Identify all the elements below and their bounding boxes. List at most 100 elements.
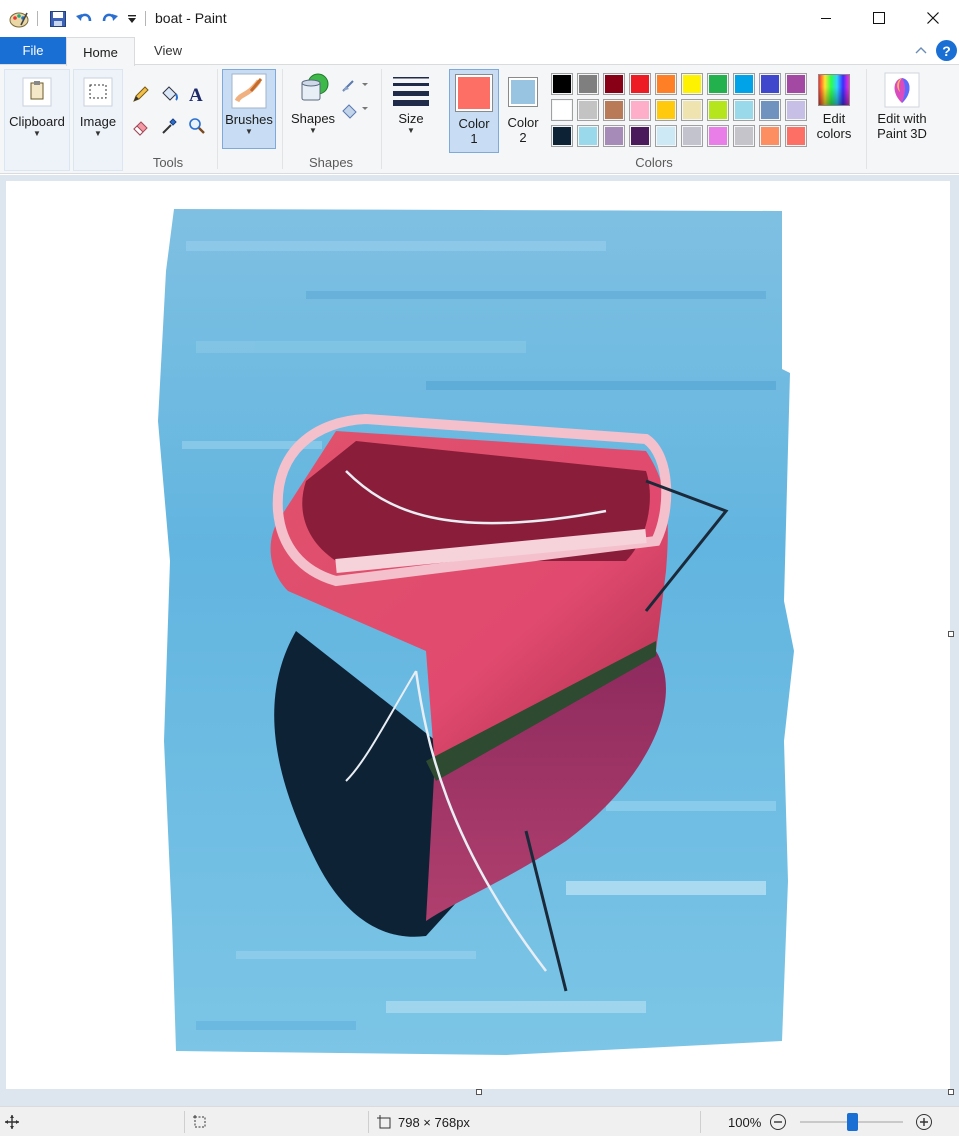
color2-button[interactable]: Color 2	[500, 69, 546, 153]
palette-swatch[interactable]	[785, 99, 807, 121]
color1-num: 1	[470, 131, 478, 146]
palette-swatch[interactable]	[733, 73, 755, 95]
palette-swatch[interactable]	[733, 125, 755, 147]
palette-swatch[interactable]	[551, 99, 573, 121]
palette-swatch[interactable]	[681, 99, 703, 121]
group-separator	[866, 69, 867, 169]
resize-handle-right[interactable]	[948, 631, 954, 637]
status-separator	[700, 1111, 701, 1133]
selection-size-icon	[192, 1114, 208, 1133]
palette-swatch[interactable]	[551, 125, 573, 147]
image-button[interactable]: Image ▼	[73, 69, 123, 171]
svg-text:A: A	[189, 85, 203, 104]
palette-swatch[interactable]	[759, 73, 781, 95]
status-separator	[184, 1111, 185, 1133]
edit-colors-button[interactable]: Edit colors	[810, 69, 858, 149]
fill-icon[interactable]	[340, 99, 370, 121]
zoom-level-text: 100%	[728, 1115, 762, 1130]
color-picker-icon[interactable]	[158, 115, 180, 137]
palette-swatch[interactable]	[577, 99, 599, 121]
palette-swatch[interactable]	[707, 99, 729, 121]
image-size-icon	[376, 1114, 392, 1133]
close-button[interactable]	[910, 0, 956, 36]
color1-swatch	[455, 74, 493, 112]
palette-swatch[interactable]	[603, 73, 625, 95]
paint3d-icon	[884, 72, 920, 108]
drawing-canvas[interactable]	[6, 181, 950, 1089]
clipboard-button[interactable]: Clipboard ▼	[4, 69, 70, 171]
palette-swatch[interactable]	[707, 125, 729, 147]
minimize-button[interactable]	[803, 0, 849, 36]
palette-swatch[interactable]	[577, 125, 599, 147]
color1-label: Color	[458, 116, 490, 131]
shapes-label: Shapes	[290, 111, 336, 126]
outline-icon[interactable]	[340, 75, 370, 97]
brushes-label: Brushes	[225, 112, 273, 127]
zoom-slider-thumb[interactable]	[846, 1113, 858, 1131]
chevron-down-icon: ▼	[309, 126, 317, 135]
group-separator	[381, 69, 382, 169]
qa-separator	[37, 11, 38, 26]
boat-painting	[158, 209, 794, 1055]
edit-colors-label-2: colors	[816, 126, 852, 141]
zoom-in-button[interactable]	[915, 1113, 933, 1134]
clipboard-label: Clipboard	[9, 114, 65, 129]
undo-icon[interactable]	[73, 9, 95, 29]
text-tool-icon[interactable]: A	[186, 83, 208, 105]
palette-swatch[interactable]	[707, 73, 729, 95]
edit-with-paint3d-button[interactable]: Edit with Paint 3D	[870, 69, 934, 149]
color1-button[interactable]: Color 1	[449, 69, 499, 153]
resize-handle-corner[interactable]	[948, 1089, 954, 1095]
maximize-button[interactable]	[856, 0, 902, 36]
palette-swatch[interactable]	[603, 125, 625, 147]
color2-num: 2	[519, 130, 527, 145]
size-button[interactable]: Size ▼	[386, 69, 436, 149]
palette-swatch[interactable]	[551, 73, 573, 95]
brush-icon	[231, 73, 267, 109]
help-button[interactable]: ?	[936, 40, 957, 61]
palette-swatch[interactable]	[629, 99, 651, 121]
tools-group-label: Tools	[152, 155, 184, 170]
resize-handle-bottom[interactable]	[476, 1089, 482, 1095]
palette-swatch[interactable]	[655, 125, 677, 147]
save-icon[interactable]	[47, 9, 69, 29]
eraser-icon[interactable]	[130, 115, 152, 137]
tab-home[interactable]: Home	[66, 37, 135, 66]
palette-swatch[interactable]	[733, 99, 755, 121]
size-label: Size	[398, 111, 424, 126]
window-title: boat - Paint	[155, 10, 227, 26]
qa-separator	[145, 11, 146, 26]
palette-swatch[interactable]	[603, 99, 625, 121]
customize-qa-dropdown-icon[interactable]	[124, 9, 140, 29]
palette-swatch[interactable]	[655, 73, 677, 95]
collapse-ribbon-icon[interactable]	[913, 42, 929, 58]
ribbon-home-panel: Clipboard ▼ Image ▼ A Tools Brushes ▼ Sh…	[0, 64, 959, 174]
brushes-button[interactable]: Brushes ▼	[222, 69, 276, 149]
shapes-group-label: Shapes	[308, 155, 354, 170]
pencil-icon[interactable]	[130, 83, 152, 105]
palette-swatch[interactable]	[655, 99, 677, 121]
palette-swatch[interactable]	[759, 99, 781, 121]
canvas-work-area[interactable]	[0, 175, 959, 1106]
palette-swatch[interactable]	[629, 125, 651, 147]
palette-swatch[interactable]	[577, 73, 599, 95]
title-bar: boat - Paint	[0, 0, 959, 36]
tab-file[interactable]: File	[0, 37, 66, 64]
line-size-icon	[393, 77, 429, 106]
zoom-out-button[interactable]	[769, 1113, 787, 1134]
shapes-button[interactable]: Shapes ▼	[288, 69, 338, 149]
palette-swatch[interactable]	[785, 73, 807, 95]
palette-swatch[interactable]	[681, 125, 703, 147]
fill-bucket-icon[interactable]	[158, 83, 180, 105]
magnifier-icon[interactable]	[186, 115, 208, 137]
group-separator	[282, 69, 283, 169]
palette-swatch[interactable]	[785, 125, 807, 147]
redo-icon[interactable]	[99, 9, 121, 29]
palette-swatch[interactable]	[681, 73, 703, 95]
color-spectrum-icon	[818, 74, 850, 106]
chevron-down-icon: ▼	[407, 126, 415, 135]
palette-swatch[interactable]	[629, 73, 651, 95]
tab-view[interactable]: View	[135, 37, 201, 64]
palette-swatch[interactable]	[759, 125, 781, 147]
image-size-text: 798 × 768px	[398, 1115, 470, 1130]
